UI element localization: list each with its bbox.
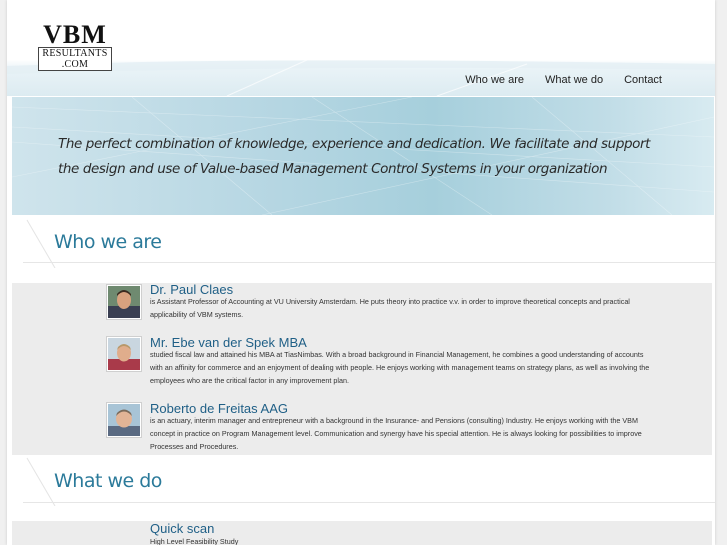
services-list: Quick scan High Level Feasibility Study [12, 521, 712, 545]
section-title-who-we-are: Who we are [54, 231, 162, 253]
logo-main: VBM [43, 20, 107, 49]
nav-what-we-do[interactable]: What we do [545, 74, 603, 86]
people-list: Dr. Paul Claes is Assistant Professor of… [12, 282, 712, 455]
hero-line-2: the design and use of Value-based Manage… [58, 161, 608, 177]
hero-line-1: The perfect combination of knowledge, ex… [58, 136, 651, 152]
nav-who-we-are[interactable]: Who we are [465, 74, 524, 86]
nav-contact[interactable]: Contact [624, 74, 662, 86]
person-description: is Assistant Professor of Accounting at … [150, 297, 630, 319]
person-photo-1 [106, 284, 142, 320]
main-nav: Who we are What we do Contact [465, 74, 662, 86]
person-description: is an actuary, interim manager and entre… [150, 416, 642, 451]
service-name[interactable]: Quick scan [150, 521, 214, 536]
hero-banner: The perfect combination of knowledge, ex… [12, 97, 714, 215]
service-description: High Level Feasibility Study [150, 537, 239, 545]
logo-sub-line1: RESULTANTS [42, 48, 108, 59]
logo-sub: RESULTANTS .COM [38, 47, 112, 71]
person-photo-3 [106, 402, 142, 438]
page: VBM RESULTANTS .COM Who we are What we d… [7, 0, 715, 545]
person-description: studied fiscal law and attained his MBA … [150, 350, 650, 385]
section-divider-1 [23, 262, 715, 263]
header: VBM RESULTANTS .COM Who we are What we d… [7, 0, 715, 96]
logo[interactable]: VBM RESULTANTS .COM [38, 20, 112, 72]
logo-sub-line2: .COM [61, 59, 89, 70]
hero-tagline: The perfect combination of knowledge, ex… [58, 132, 678, 182]
section-title-what-we-do: What we do [54, 470, 162, 492]
person-photo-2 [106, 336, 142, 372]
section-divider-2 [23, 502, 715, 503]
